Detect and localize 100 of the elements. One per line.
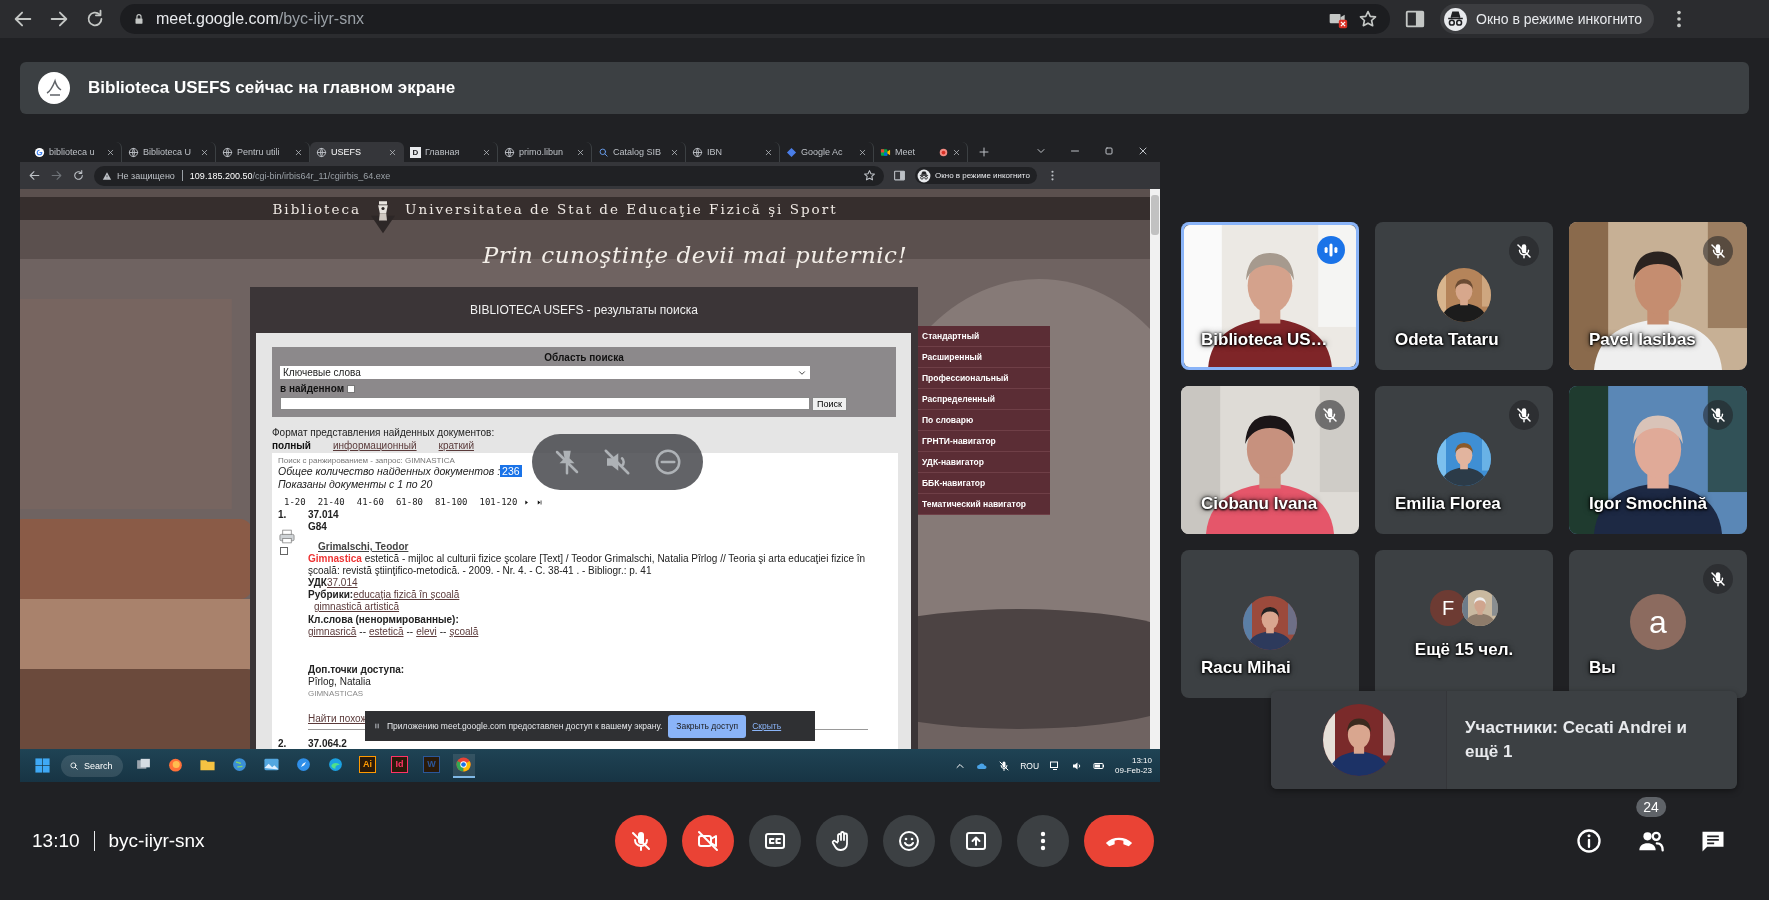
record-number: 1. [278, 509, 287, 520]
taskbar-app[interactable]: Ai [356, 753, 379, 778]
side-panel-icon[interactable] [1404, 8, 1426, 30]
stop-sharing-button[interactable]: Закрыть доступ [668, 714, 747, 738]
area-dropdown[interactable]: Ключевые слова [280, 366, 810, 379]
clock-time[interactable]: 13:10 [1131, 755, 1152, 766]
format-link[interactable]: полный [272, 440, 311, 451]
dropdown-value: Ключевые слова [283, 367, 361, 378]
close-icon[interactable] [952, 147, 961, 157]
maximize-icon[interactable] [1103, 145, 1115, 157]
raise-hand-button[interactable] [816, 815, 868, 867]
scrollbar[interactable] [1150, 189, 1160, 749]
favicon: D [410, 146, 421, 158]
language-indicator[interactable]: ROU [1020, 760, 1040, 771]
search-icon [69, 760, 79, 771]
record-code: 37.064.2 [308, 738, 348, 749]
checkbox[interactable] [280, 547, 288, 555]
close-icon[interactable] [670, 147, 679, 157]
clock-date[interactable]: 09-Feb-23 [1115, 765, 1152, 776]
participant-name: Igor Smochină [1589, 494, 1708, 514]
chrome-icon [455, 756, 473, 773]
menu-item[interactable]: Профессиональный [918, 368, 1050, 389]
menu-item[interactable]: Расширенный [918, 347, 1050, 368]
banner-text: Biblioteca USEFS сейчас на главном экране [88, 78, 456, 98]
notice-text: Приложению meet.google.com предоставлен доступ к вашему экрану. [387, 721, 663, 731]
author-link[interactable]: Grimalschi, Teodor [318, 541, 892, 553]
search-input[interactable] [280, 397, 810, 410]
browser-tab[interactable]: USEFS [310, 142, 404, 162]
diamond-icon [786, 146, 797, 158]
reload-icon[interactable] [72, 169, 85, 182]
menu-item[interactable]: ББК-навигатор [918, 473, 1050, 494]
globe-icon [692, 146, 703, 158]
taskbar-app[interactable] [452, 753, 475, 778]
separator-text: -- [406, 626, 414, 637]
keyword-link[interactable]: şcoală [449, 626, 479, 637]
page-link[interactable]: 81-100 [434, 497, 468, 507]
windows-icon[interactable] [34, 757, 51, 774]
emoji-button[interactable] [883, 815, 935, 867]
camera-off-icon[interactable] [696, 829, 720, 853]
page-link[interactable]: 61-80 [395, 497, 423, 507]
participant-name: Odeta Tataru [1395, 330, 1499, 350]
smiley-icon[interactable] [897, 829, 921, 853]
keyword-link[interactable]: gimnasrică [308, 626, 357, 637]
rubric-link[interactable]: educaţia fizică în şcoală [353, 589, 460, 600]
url-text: 109.185.200.50/cgi-bin/irbis64r_11/cgiirbis_64.exe [189, 170, 391, 181]
checkbox[interactable] [347, 384, 356, 393]
address-bar[interactable]: meet.google.com/byc-iiyr-snx [120, 4, 1390, 34]
taskbar-app[interactable]: Id [388, 753, 411, 778]
end-call-button[interactable] [1084, 815, 1154, 867]
info-icon[interactable] [1575, 827, 1603, 855]
meeting-code: byc-iiyr-snx [108, 830, 205, 852]
menu-item[interactable]: Тематический навигатор [918, 494, 1050, 515]
star-icon[interactable] [863, 169, 876, 182]
address-bar[interactable]: Не защищено 109.185.200.50/cgi-bin/irbis64r_11/cgiirbis_64.exe [94, 165, 884, 186]
incognito-chip[interactable]: Окно в режиме инкогнито [1440, 4, 1654, 34]
page-link[interactable]: 21-40 [317, 497, 345, 507]
taskbar-search[interactable]: Search [61, 754, 123, 777]
close-icon[interactable] [106, 147, 115, 157]
close-icon[interactable] [576, 147, 585, 157]
avatar-initial: a [1630, 594, 1686, 650]
page-link[interactable]: 1-20 [284, 497, 306, 507]
present-icon[interactable] [964, 829, 988, 853]
rubric-link[interactable]: gimnastică artistică [314, 601, 400, 612]
page-link[interactable]: 41-60 [356, 497, 384, 507]
close-icon[interactable] [858, 147, 867, 157]
close-icon[interactable] [200, 147, 209, 157]
menu-item[interactable]: Стандартный [918, 326, 1050, 347]
new-tab-icon[interactable] [978, 146, 990, 158]
close-icon[interactable] [482, 147, 491, 157]
udk-link[interactable]: 37.014 [326, 577, 358, 588]
menu-item[interactable]: Распределенный [918, 389, 1050, 410]
back-icon[interactable] [28, 169, 41, 182]
side-panel-icon[interactable] [893, 169, 906, 182]
incognito-label: Окно в режиме инкогнито [1476, 11, 1642, 27]
close-icon[interactable] [1137, 145, 1149, 157]
microphone-off-button[interactable] [615, 815, 667, 867]
microphone-off-icon[interactable] [629, 829, 653, 853]
menu-item[interactable]: УДК-навигатор [918, 452, 1050, 473]
record-number: 2. [278, 738, 287, 749]
format-link[interactable]: краткий [438, 440, 474, 451]
format-link[interactable]: информационный [333, 440, 417, 451]
close-icon[interactable] [388, 147, 397, 157]
microphone-icon[interactable] [998, 759, 1011, 772]
close-icon[interactable] [294, 147, 303, 157]
keyword-link[interactable]: estetică [369, 626, 404, 637]
shown-count: Показаны документы с 1 по 20 [278, 478, 434, 491]
close-icon[interactable] [764, 147, 773, 157]
menu-item[interactable]: По словарю [918, 410, 1050, 431]
search-button[interactable]: Поиск [812, 397, 847, 411]
next-icon[interactable] [523, 498, 531, 506]
hide-link[interactable]: Скрыть [752, 721, 782, 731]
menu-item[interactable]: ГРНТИ-навигатор [918, 431, 1050, 452]
more-participants[interactable]: Ещё 15 чел. [1414, 640, 1514, 660]
star-icon[interactable] [1358, 9, 1378, 29]
captions-button[interactable] [749, 815, 801, 867]
camera-off-button[interactable] [682, 815, 734, 867]
keyword-link[interactable]: elevi [416, 626, 437, 637]
page-link[interactable]: 101-120 [479, 497, 518, 507]
incognito-chip[interactable]: Окно в режиме инкогнито [915, 167, 1037, 184]
present-button[interactable] [950, 815, 1002, 867]
